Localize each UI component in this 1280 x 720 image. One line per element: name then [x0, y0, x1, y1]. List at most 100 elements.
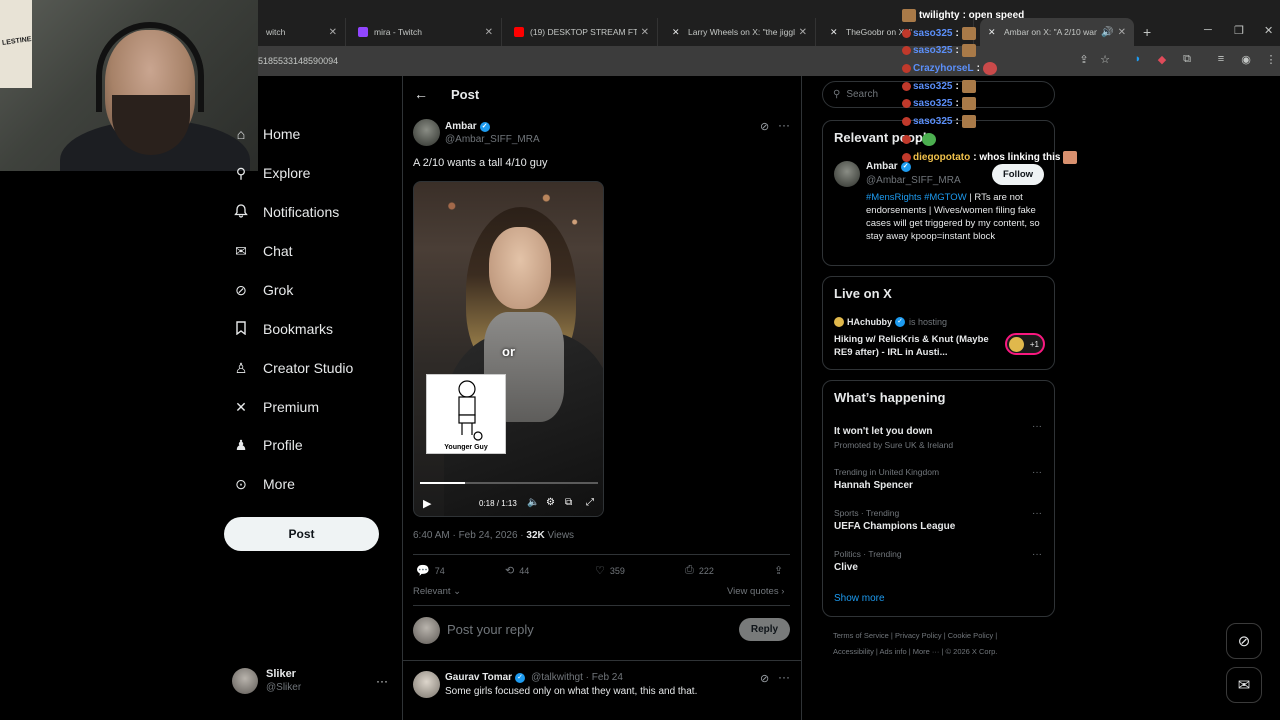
back-arrow-icon[interactable]: ←	[414, 86, 428, 102]
close-icon[interactable]: ✕	[641, 27, 649, 38]
comment-author[interactable]: Gaurav Tomar	[445, 672, 512, 683]
share-action[interactable]: ⇪	[774, 564, 788, 577]
grok-icon[interactable]: ⊘	[760, 120, 769, 133]
account-name: Sliker	[266, 668, 296, 680]
trend-item[interactable]: Politics · Trending Clive	[834, 549, 902, 573]
close-icon[interactable]: ✕	[1118, 27, 1126, 38]
nav-chat[interactable]: ✉ Chat	[232, 239, 292, 263]
browser-tab[interactable]: mira - Twitch ✕	[350, 18, 502, 46]
repost-action[interactable]: ⟲ 44	[505, 564, 529, 577]
nav-grok[interactable]: ⊘ Grok	[232, 278, 293, 302]
author-avatar[interactable]	[413, 119, 440, 146]
author-handle[interactable]: @Ambar_SIFF_MRA	[445, 134, 540, 145]
close-icon[interactable]: ✕	[799, 27, 807, 38]
person-icon: ♟	[234, 436, 248, 453]
grok-fab-button[interactable]: ⊘	[1226, 623, 1262, 659]
volume-icon[interactable]: 🔈	[527, 497, 539, 508]
show-more-link[interactable]: Show more	[834, 593, 885, 604]
more-icon[interactable]: ···	[1032, 508, 1042, 519]
comment-avatar[interactable]	[413, 671, 440, 698]
nav-home[interactable]: ⌂ Home	[232, 122, 301, 146]
media-icon[interactable]: ≡	[1214, 53, 1228, 67]
video-player[interactable]: or Younger Guy ▶ 0:18 / 1:13 🔈 ⚙ ⧉ ⤢	[413, 181, 604, 517]
reply-button[interactable]: Reply	[739, 618, 790, 641]
more-icon[interactable]: ···	[376, 674, 388, 688]
trend-context: Trending in United Kingdom	[834, 467, 940, 477]
speaker-icon[interactable]: 🔊	[1101, 27, 1113, 38]
fullscreen-icon[interactable]: ⤢	[586, 497, 594, 508]
more-icon[interactable]: ···	[778, 118, 790, 132]
nav-bookmarks[interactable]: Bookmarks	[232, 317, 333, 341]
more-icon[interactable]: ···	[1032, 549, 1042, 560]
install-icon[interactable]: ⇪	[1077, 53, 1091, 67]
nav-notifications[interactable]: Notifications	[232, 200, 339, 224]
chevron-down-icon: ⌄	[453, 586, 462, 597]
emote-icon	[982, 62, 997, 75]
nav-more[interactable]: ⊙ More	[232, 472, 295, 496]
close-icon[interactable]: ✕	[329, 27, 337, 38]
browser-tab[interactable]: ✕ Larry Wheels on X: "the jiggle ✕	[664, 18, 816, 46]
footer-links-2[interactable]: Accessibility | Ads info | More ··· | © …	[833, 647, 997, 656]
footer-links-1[interactable]: Terms of Service | Privacy Policy | Cook…	[833, 631, 997, 640]
post-button[interactable]: Post	[224, 517, 379, 551]
trend-name: It won't let you down	[834, 426, 933, 437]
star-icon[interactable]: ☆	[1098, 53, 1112, 67]
grok-icon[interactable]: ⊘	[760, 672, 769, 685]
trend-item-promoted[interactable]: It won't let you down Promoted by Sure U…	[834, 423, 953, 450]
nav-premium[interactable]: ✕ Premium	[232, 395, 319, 419]
extension-icon[interactable]: ◆	[1155, 53, 1169, 67]
author-name[interactable]: Ambar ✓	[445, 121, 490, 132]
extension-icon[interactable]: ◗	[1131, 53, 1145, 67]
video-progress-bar[interactable]	[420, 482, 598, 484]
live-host[interactable]: HAchubby ✓ is hosting	[834, 317, 947, 327]
comment-header: Gaurav Tomar ✓ @talkwithgt · Feb 24	[445, 672, 623, 683]
bell-icon	[232, 203, 250, 221]
search-icon: ⚲	[235, 164, 247, 181]
live-participants-badge[interactable]: +1	[1005, 333, 1045, 355]
pip-icon[interactable]: ⧉	[565, 497, 572, 508]
sort-dropdown[interactable]: Relevant ⌄	[413, 586, 461, 597]
settings-icon[interactable]: ⚙	[546, 497, 555, 508]
more-icon[interactable]: ···	[1032, 421, 1042, 432]
restore-button[interactable]: ❐	[1234, 24, 1244, 37]
more-icon[interactable]: ···	[1032, 467, 1042, 478]
emote-icon	[961, 44, 976, 57]
account-switcher[interactable]: Sliker @Sliker	[232, 668, 301, 694]
close-window-button[interactable]: ✕	[1264, 24, 1273, 37]
comment-handle[interactable]: @talkwithgt · Feb 24	[531, 672, 623, 683]
x-logo-icon: ✕	[672, 27, 680, 37]
live-on-x-card: Live on X HAchubby ✓ is hosting Hiking w…	[822, 276, 1055, 370]
puzzle-icon[interactable]: ⧉	[1180, 53, 1194, 67]
close-icon[interactable]: ✕	[485, 27, 493, 38]
trend-item[interactable]: Sports · Trending UEFA Champions League	[834, 508, 955, 532]
messages-fab-button[interactable]: ✉	[1226, 667, 1262, 703]
browser-tab[interactable]: (19) DESKTOP STREAM FT. MRJ ✕	[506, 18, 658, 46]
badge-icon	[902, 64, 911, 73]
trend-name: Hannah Spencer	[834, 480, 913, 491]
browser-tab-active[interactable]: ✕ Ambar on X: "A 2/10 wants 🔊 ✕	[980, 18, 1134, 46]
live-stream-title[interactable]: Hiking w/ RelicKris & Knut (Maybe RE9 af…	[834, 333, 994, 359]
avatar[interactable]	[834, 161, 860, 187]
like-action[interactable]: ♡ 359	[595, 564, 625, 577]
minimize-button[interactable]: ─	[1204, 24, 1212, 36]
person-handle[interactable]: @Ambar_SIFF_MRA	[866, 175, 961, 186]
menu-icon[interactable]: ⋮	[1264, 53, 1278, 67]
view-quotes-link[interactable]: View quotes ›	[727, 586, 784, 597]
tab-label: mira - Twitch	[374, 27, 423, 37]
url-text[interactable]: 5185533148590094	[258, 56, 338, 66]
nav-profile[interactable]: ♟ Profile	[232, 433, 303, 457]
new-tab-button[interactable]: +	[1143, 24, 1151, 40]
nav-explore[interactable]: ⚲ Explore	[232, 161, 311, 185]
trend-item[interactable]: Trending in United Kingdom Hannah Spence…	[834, 467, 939, 491]
nav-creator-studio[interactable]: ♙ Creator Studio	[232, 356, 354, 380]
browser-tab[interactable]: witch ✕	[258, 18, 346, 46]
emote-icon	[961, 115, 976, 128]
more-icon[interactable]: ···	[778, 670, 790, 684]
reply-action[interactable]: 💬 74	[416, 564, 445, 577]
reply-input[interactable]	[447, 622, 707, 637]
profile-icon[interactable]: ◉	[1239, 53, 1253, 67]
play-icon[interactable]: ▶	[423, 497, 431, 510]
hashtags[interactable]: #MensRights #MGTOW	[866, 192, 967, 203]
follow-button[interactable]: Follow	[992, 164, 1044, 185]
bookmark-action[interactable]: ⎙ 222	[685, 564, 714, 577]
